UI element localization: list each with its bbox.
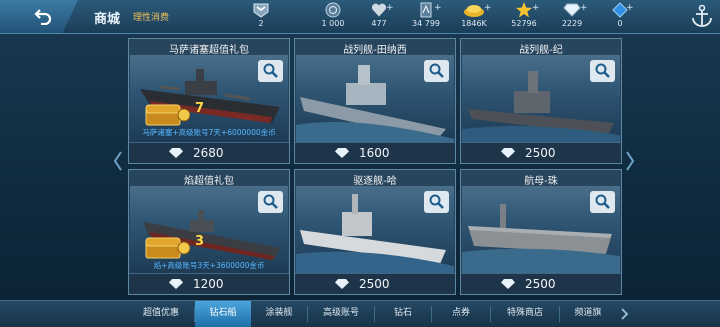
search-icon — [263, 63, 278, 78]
shop-card-tennessee[interactable]: 战列舰-田纳西 1600 — [294, 38, 456, 164]
diamond-icon — [169, 148, 183, 158]
card-title: 马萨诸塞超值礼包 — [169, 45, 249, 56]
price-bar: 2500 — [461, 273, 621, 294]
shop-card-carrier[interactable]: 航母-珠 2500 — [460, 169, 622, 295]
inspect-button[interactable] — [258, 191, 283, 213]
tab-premium-account[interactable]: 高级账号 — [308, 301, 374, 327]
resource-coin: 1 000 — [310, 1, 356, 31]
anchor-icon[interactable] — [690, 4, 714, 28]
resource-blue-gem: 0 — [597, 1, 643, 31]
card-title: 驱逐舰-哈 — [353, 176, 397, 187]
price-bar: 2500 — [295, 273, 455, 294]
tab-skinned-ships[interactable]: 涂装舰 — [251, 301, 307, 327]
price-bar: 1600 — [295, 142, 455, 163]
inspect-button[interactable] — [590, 60, 615, 82]
resource-diamond: 2229 — [549, 1, 595, 31]
price-bar: 2500 — [461, 142, 621, 163]
shop-card-massachusetts-pack[interactable]: 马萨诸塞超值礼包 7 马萨诸塞+高级账号7天+6000000金币 2680 — [128, 38, 290, 164]
chest-days-number: 3 — [195, 234, 205, 249]
rank-badge-icon — [253, 3, 269, 18]
next-page-arrow-icon[interactable] — [625, 150, 635, 172]
price-value: 2500 — [525, 277, 556, 291]
prev-page-arrow-icon[interactable] — [113, 150, 123, 172]
price-value: 2500 — [359, 277, 390, 291]
back-button[interactable] — [0, 0, 78, 33]
back-arrow-icon — [34, 9, 52, 25]
promo-text: 马萨诸塞+高级账号7天+6000000金币 — [142, 128, 276, 137]
card-title: 焰超值礼包 — [184, 176, 234, 187]
tab-diamond-ships[interactable]: 钻石船 — [195, 301, 251, 327]
resource-star: 52796 — [501, 1, 547, 31]
search-icon — [263, 194, 278, 209]
promo-text: 焰+高级账号3天+3600000金币 — [153, 261, 265, 270]
price-bar: 1200 — [129, 273, 289, 294]
price-value: 2680 — [193, 146, 224, 160]
top-bar: 商城 理性消费 2 1 000 477 + 34 799 + 1846K + 5… — [0, 0, 720, 34]
price-value: 1600 — [359, 146, 390, 160]
inspect-button[interactable] — [258, 60, 283, 82]
tab-channel-flags[interactable]: 频道旗 — [560, 301, 616, 327]
tab-diamonds[interactable]: 钻石 — [375, 301, 431, 327]
resource-stamina[interactable]: 477 — [356, 1, 402, 31]
resource-rank: 2 — [238, 1, 284, 31]
star-icon — [516, 2, 532, 18]
page-title: 商城 — [94, 12, 121, 27]
inspect-button[interactable] — [424, 191, 449, 213]
add-blue-gem-icon[interactable]: + — [626, 3, 634, 13]
card-title: 航母-珠 — [524, 176, 558, 187]
add-star-icon[interactable]: + — [532, 3, 540, 13]
diamond-icon — [169, 279, 183, 289]
diamond-icon — [335, 279, 349, 289]
price-value: 2500 — [525, 146, 556, 160]
tab-vouchers[interactable]: 点券 — [432, 301, 490, 327]
gold-pile-icon — [464, 5, 484, 17]
treasure-chest-icon — [145, 237, 190, 259]
diamond-icon — [563, 3, 581, 17]
tabs-scroll-right-icon[interactable] — [621, 308, 629, 320]
shop-card-flame-pack[interactable]: 焰超值礼包 3 焰+高级账号3天+3600000金币 1200 — [128, 169, 290, 295]
diamond-icon — [501, 148, 515, 158]
search-icon — [429, 63, 444, 78]
chest-days-number: 7 — [195, 101, 205, 116]
add-experience-icon[interactable]: + — [434, 3, 442, 13]
inspect-button[interactable] — [590, 191, 615, 213]
treasure-chest-icon — [145, 104, 190, 126]
experience-icon — [420, 2, 432, 18]
diamond-icon — [335, 148, 349, 158]
shop-card-kii[interactable]: 战列舰-纪 2500 — [460, 38, 622, 164]
price-value: 1200 — [193, 277, 224, 291]
add-gold-icon[interactable]: + — [484, 3, 492, 13]
inspect-button[interactable] — [424, 60, 449, 82]
shop-card-destroyer[interactable]: 驱逐舰-哈 2500 — [294, 169, 456, 295]
add-diamond-icon[interactable]: + — [580, 3, 588, 13]
coin-icon — [325, 2, 341, 18]
price-bar: 2680 — [129, 142, 289, 163]
heart-icon — [371, 3, 387, 17]
resource-experience: 34 799 — [403, 1, 449, 31]
category-tab-bar: 超值优惠 钻石船 涂装舰 高级账号 钻石 点券 特殊商店 频道旗 — [0, 300, 720, 327]
add-stamina-icon[interactable]: + — [386, 3, 394, 13]
page-subtitle: 理性消费 — [133, 13, 170, 23]
card-title: 战列舰-田纳西 — [343, 45, 407, 56]
search-icon — [429, 194, 444, 209]
search-icon — [595, 194, 610, 209]
tab-special-shop[interactable]: 特殊商店 — [491, 301, 559, 327]
diamond-icon — [501, 279, 515, 289]
search-icon — [595, 63, 610, 78]
tab-value-deals[interactable]: 超值优惠 — [128, 301, 194, 327]
card-title: 战列舰-纪 — [519, 45, 563, 56]
